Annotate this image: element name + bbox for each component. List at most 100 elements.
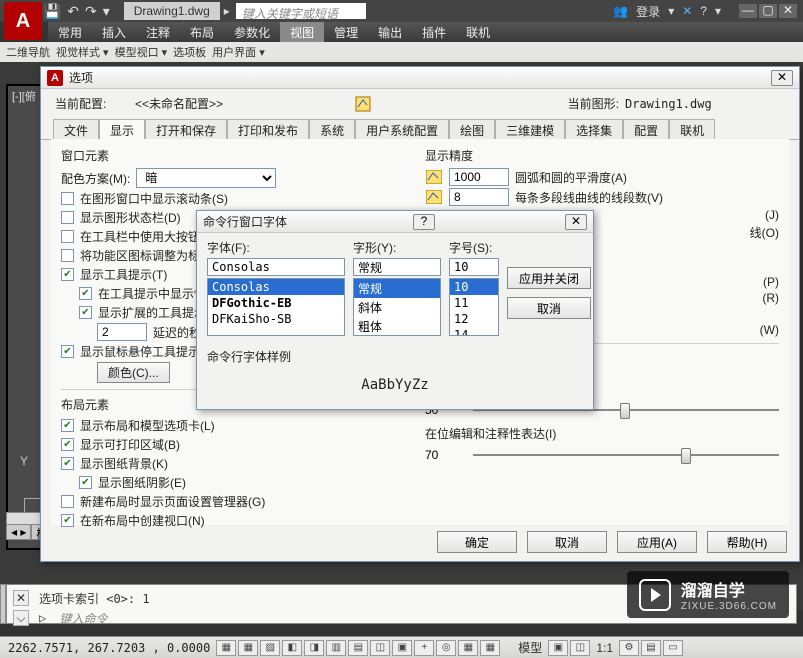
checkbox[interactable]: [61, 192, 74, 205]
checkbox[interactable]: [61, 495, 74, 508]
cancel-button[interactable]: 取消: [527, 531, 607, 553]
ribbon-panel[interactable]: 二维导航: [6, 44, 50, 60]
signin-button[interactable]: 登录: [636, 3, 660, 20]
status-toggle[interactable]: ▦: [458, 640, 478, 656]
ribbon-tab[interactable]: 输出: [368, 22, 412, 42]
ribbon-tab[interactable]: 常用: [48, 22, 92, 42]
font-style-listbox[interactable]: 常规 斜体 粗体 粗体 斜体: [353, 278, 441, 336]
checkbox[interactable]: [61, 457, 74, 470]
apply-and-close-button[interactable]: 应用并关闭: [507, 267, 591, 289]
viewport-label[interactable]: [-][俯: [12, 88, 36, 104]
signin-icon[interactable]: 👥: [613, 4, 628, 18]
status-toggle[interactable]: ▦: [216, 640, 236, 656]
font-style-input[interactable]: [353, 258, 441, 276]
font-dialog-help-button[interactable]: ?: [413, 214, 435, 230]
status-toggle[interactable]: ▤: [641, 640, 661, 656]
options-tab[interactable]: 配置: [623, 119, 669, 140]
list-item[interactable]: 斜体: [354, 298, 440, 317]
apply-button[interactable]: 应用(A): [617, 531, 697, 553]
checkbox[interactable]: [79, 306, 92, 319]
checkbox[interactable]: [61, 514, 74, 527]
search-input[interactable]: 键入关键字或短语: [236, 3, 366, 19]
list-item[interactable]: 11: [450, 295, 498, 311]
status-toggle[interactable]: ▣: [392, 640, 412, 656]
layout-tabs-arrows[interactable]: ◂ ▸: [6, 524, 31, 540]
status-toggle[interactable]: ▤: [348, 640, 368, 656]
font-family-listbox[interactable]: Consolas DFGothic-EB DFKaiSho-SB: [207, 278, 345, 336]
status-toggle[interactable]: ◫: [370, 640, 390, 656]
status-toggle[interactable]: ▦: [238, 640, 258, 656]
status-toggle[interactable]: ▦: [480, 640, 500, 656]
list-item[interactable]: 12: [450, 311, 498, 327]
tooltip-delay-input[interactable]: [97, 323, 147, 341]
font-dialog-titlebar[interactable]: 命令行窗口字体 ? ✕: [197, 211, 593, 233]
command-input[interactable]: 键入命令: [59, 610, 107, 627]
polyline-segments-input[interactable]: [449, 188, 509, 206]
ribbon-tab[interactable]: 管理: [324, 22, 368, 42]
commandline-options-icon[interactable]: ⌵: [13, 610, 29, 626]
status-space-label[interactable]: 模型: [514, 639, 546, 656]
checkbox[interactable]: [61, 268, 74, 281]
options-close-button[interactable]: ✕: [771, 70, 793, 86]
font-cancel-button[interactable]: 取消: [507, 297, 591, 319]
options-tab[interactable]: 用户系统配置: [355, 119, 449, 140]
options-tab[interactable]: 打开和保存: [145, 119, 227, 140]
arc-smoothness-input[interactable]: [449, 168, 509, 186]
font-size-input[interactable]: [449, 258, 499, 276]
exchange-icon[interactable]: ✕: [682, 4, 692, 18]
ok-button[interactable]: 确定: [437, 531, 517, 553]
document-tab[interactable]: Drawing1.dwg: [124, 2, 220, 20]
ribbon-tab[interactable]: 插件: [412, 22, 456, 42]
qat-more-icon[interactable]: ▾: [103, 3, 110, 20]
checkbox[interactable]: [61, 230, 74, 243]
status-scale[interactable]: 1:1: [592, 641, 617, 655]
options-tab[interactable]: 打印和发布: [227, 119, 309, 140]
ribbon-tab[interactable]: 注释: [136, 22, 180, 42]
list-item[interactable]: 10: [450, 279, 498, 295]
help-button[interactable]: 帮助(H): [707, 531, 787, 553]
help-icon[interactable]: ?: [700, 4, 707, 18]
app-logo[interactable]: A: [4, 2, 42, 40]
inplace-edit-slider[interactable]: [473, 446, 779, 464]
status-toggle[interactable]: ▭: [663, 640, 683, 656]
status-toggle[interactable]: ◧: [282, 640, 302, 656]
ribbon-panel[interactable]: 选项板: [173, 44, 206, 60]
font-size-listbox[interactable]: 10 11 12 14: [449, 278, 499, 336]
color-scheme-select[interactable]: 暗: [136, 168, 276, 188]
options-tab[interactable]: 联机: [669, 119, 715, 140]
commandline-close-icon[interactable]: ✕: [13, 590, 29, 606]
ribbon-panel[interactable]: 用户界面 ▾: [212, 44, 265, 60]
colors-button[interactable]: 颜色(C)...: [97, 362, 170, 383]
status-toggle[interactable]: ▧: [260, 640, 280, 656]
undo-icon[interactable]: ↶: [67, 3, 79, 20]
list-item[interactable]: 粗体: [354, 317, 440, 336]
options-tab[interactable]: 系统: [309, 119, 355, 140]
status-toggle[interactable]: ◫: [570, 640, 590, 656]
ribbon-panel[interactable]: 模型视口 ▾: [115, 44, 168, 60]
help-arrow-icon[interactable]: ▾: [715, 4, 721, 18]
checkbox[interactable]: [61, 345, 74, 358]
list-item[interactable]: DFKaiSho-SB: [208, 311, 344, 327]
ribbon-panel[interactable]: 视觉样式 ▾: [56, 44, 109, 60]
options-tab-active[interactable]: 显示: [99, 119, 145, 140]
status-toggle[interactable]: ◨: [304, 640, 324, 656]
font-family-input[interactable]: [207, 258, 345, 276]
list-item[interactable]: 常规: [354, 279, 440, 298]
status-toggle[interactable]: +: [414, 640, 434, 656]
status-toggle[interactable]: ◎: [436, 640, 456, 656]
list-item[interactable]: Consolas: [208, 279, 344, 295]
redo-icon[interactable]: ↷: [85, 3, 97, 20]
status-toggle[interactable]: ▥: [326, 640, 346, 656]
status-toggle[interactable]: ▣: [548, 640, 568, 656]
status-toggle[interactable]: ⚙: [619, 640, 639, 656]
checkbox[interactable]: [61, 249, 74, 262]
checkbox[interactable]: [61, 419, 74, 432]
ribbon-tab[interactable]: 联机: [456, 22, 500, 42]
checkbox[interactable]: [61, 211, 74, 224]
checkbox[interactable]: [61, 438, 74, 451]
font-dialog-close-button[interactable]: ✕: [565, 214, 587, 230]
list-item[interactable]: 14: [450, 327, 498, 336]
close-button[interactable]: ✕: [779, 4, 797, 18]
options-titlebar[interactable]: A 选项 ✕: [41, 67, 799, 89]
maximize-button[interactable]: ▢: [759, 4, 777, 18]
